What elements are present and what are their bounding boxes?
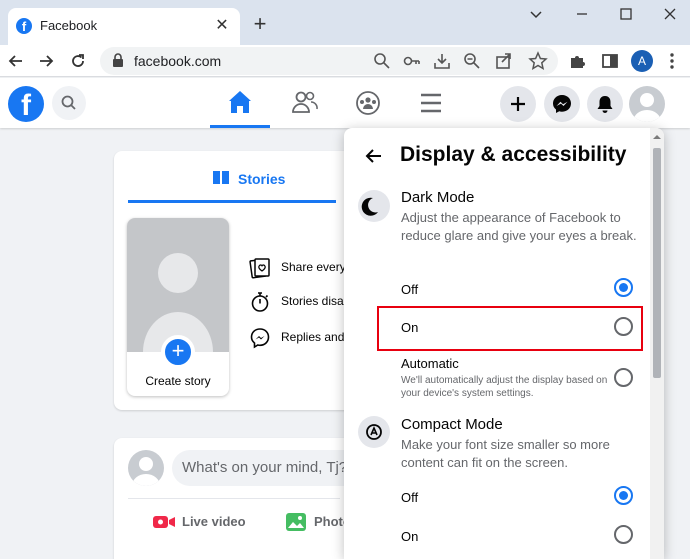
messenger-button[interactable]: [544, 86, 580, 122]
share-stories-icon: [249, 258, 270, 279]
share-icon[interactable]: [494, 51, 514, 71]
stories-book-icon: [213, 171, 229, 184]
dark-mode-off-radio[interactable]: [614, 278, 633, 297]
stopwatch-icon: [251, 292, 269, 312]
dark-mode-automatic-description: We'll automatically adjust the display b…: [401, 375, 608, 399]
nav-menu-tab[interactable]: [411, 84, 451, 122]
compact-mode-title: Compact Mode: [401, 416, 503, 433]
panel-scrollbar[interactable]: [650, 128, 664, 559]
nav-home-tab[interactable]: [210, 84, 270, 128]
home-icon: [229, 91, 251, 113]
messenger-icon: [553, 95, 571, 113]
create-story-card[interactable]: + Create story: [127, 218, 229, 396]
stories-card: Stories + Create story Share everyone St…: [114, 151, 354, 410]
compact-mode-on-label: On: [401, 529, 419, 544]
messenger-outline-icon: [250, 328, 270, 349]
stories-info-text: Stories disap: [281, 294, 351, 308]
dark-mode-title: Dark Mode: [401, 189, 475, 206]
whats-on-your-mind-input[interactable]: What's on your mind, Tj?: [172, 450, 372, 486]
nav-groups-tab[interactable]: [348, 84, 388, 122]
create-story-label: Create story: [145, 374, 211, 388]
minimize-button[interactable]: [568, 6, 596, 26]
stories-tab[interactable]: Stories: [128, 151, 336, 203]
key-icon[interactable]: [402, 51, 422, 71]
url-text: facebook.com: [134, 53, 222, 69]
stories-info-row: Share everyone: [248, 256, 354, 280]
compact-mode-icon: [358, 416, 390, 448]
scrollbar-thumb[interactable]: [653, 148, 661, 378]
profile-avatar-button[interactable]: A: [631, 50, 653, 72]
live-video-icon: [153, 516, 175, 528]
user-silhouette-icon: [143, 253, 213, 352]
browser-toolbar: facebook.com: [0, 45, 690, 77]
dark-mode-automatic-radio[interactable]: [614, 368, 633, 387]
compact-mode-off-label: Off: [401, 490, 419, 505]
compact-mode-description: Make your font size smaller so more cont…: [401, 437, 610, 470]
facebook-search-button[interactable]: [52, 86, 86, 120]
search-icon[interactable]: [372, 51, 392, 71]
hamburger-menu-icon: [421, 93, 441, 113]
dark-mode-on-radio[interactable]: [614, 317, 633, 336]
dark-mode-on-label: On: [401, 320, 419, 335]
user-silhouette-icon: [633, 93, 661, 122]
facebook-header: f: [0, 78, 690, 128]
new-tab-button[interactable]: +: [248, 12, 272, 36]
photo-button[interactable]: Photo: [284, 510, 351, 534]
close-tab-icon[interactable]: ✕: [212, 16, 232, 36]
browser-tab[interactable]: f Facebook ✕: [8, 8, 240, 45]
scroll-up-icon[interactable]: [652, 132, 662, 142]
forward-arrow-icon[interactable]: [34, 49, 58, 73]
bell-icon: [597, 96, 613, 113]
tab-search-chevron-icon[interactable]: [522, 6, 550, 26]
composer-placeholder: What's on your mind, Tj?: [182, 459, 348, 476]
friends-icon: [292, 91, 318, 113]
back-arrow-icon[interactable]: [4, 49, 28, 73]
dark-mode-description: Adjust the appearance of Facebook to red…: [401, 210, 637, 243]
create-story-plus-icon: +: [161, 335, 195, 369]
facebook-favicon-icon: f: [16, 18, 32, 34]
stories-tab-label: Stories: [238, 171, 286, 187]
stories-info-row: Stories disap: [248, 290, 354, 314]
more-menu-icon[interactable]: [662, 51, 682, 71]
create-button[interactable]: [500, 86, 536, 122]
create-story-image: [127, 218, 229, 352]
tab-title: Facebook: [40, 18, 98, 33]
compact-mode-off-radio[interactable]: [614, 486, 633, 505]
post-composer-card: What's on your mind, Tj? Live video Phot…: [114, 438, 372, 559]
lock-icon: [112, 53, 124, 72]
reload-icon[interactable]: [66, 49, 90, 73]
extensions-puzzle-icon[interactable]: [568, 51, 588, 71]
divider: [128, 498, 340, 499]
zoom-icon[interactable]: [462, 51, 482, 71]
plus-icon: [511, 97, 525, 111]
search-icon: [61, 95, 76, 110]
photo-icon: [286, 513, 306, 531]
moon-icon: [358, 190, 390, 222]
browser-tab-strip: f Facebook ✕ +: [0, 0, 690, 45]
stories-info-text: Replies and: [281, 330, 345, 344]
install-app-icon[interactable]: [432, 51, 452, 71]
side-panel-icon[interactable]: [600, 51, 620, 71]
back-arrow-icon[interactable]: [362, 144, 386, 168]
compact-mode-on-radio[interactable]: [614, 525, 633, 544]
notifications-button[interactable]: [587, 86, 623, 122]
composer-avatar: [128, 450, 164, 486]
stories-info-row: Replies and: [248, 326, 354, 350]
live-video-label: Live video: [182, 514, 246, 529]
bookmark-star-icon[interactable]: [528, 51, 548, 71]
address-bar[interactable]: facebook.com: [100, 47, 558, 75]
user-silhouette-icon: [132, 457, 160, 486]
nav-friends-tab[interactable]: [285, 84, 325, 122]
groups-icon: [356, 91, 380, 115]
panel-title: Display & accessibility: [400, 143, 627, 166]
maximize-button[interactable]: [612, 6, 640, 26]
dark-mode-automatic-label: Automatic: [401, 356, 459, 371]
account-avatar[interactable]: [629, 86, 665, 122]
display-accessibility-panel: Display & accessibility Dark Mode Adjust…: [344, 128, 664, 559]
dark-mode-off-label: Off: [401, 282, 419, 297]
close-window-button[interactable]: [656, 6, 684, 26]
facebook-logo-icon[interactable]: f: [8, 86, 44, 122]
live-video-button[interactable]: Live video: [152, 510, 246, 534]
